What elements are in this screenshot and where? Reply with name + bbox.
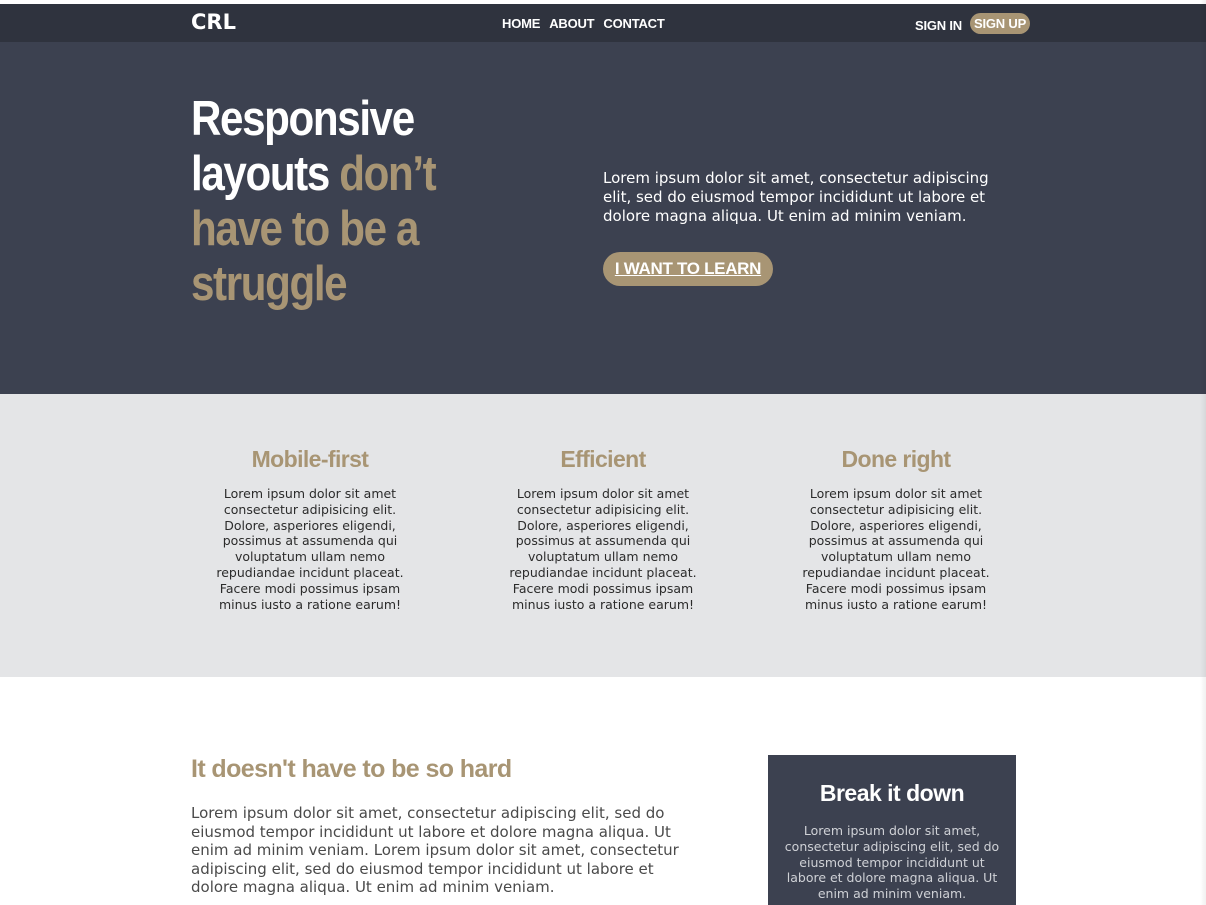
hero-title-line-1: Responsive [191, 92, 415, 146]
content-section: It doesn't have to be so hard Lorem ipsu… [0, 677, 1206, 905]
aside-title: Break it down [819, 780, 965, 806]
content-heading: It doesn't have to be so hard [191, 755, 512, 783]
content-body: Lorem ipsum dolor sit amet, consectetur … [191, 804, 679, 896]
nav-link-home[interactable]: HOME [502, 16, 540, 31]
logo[interactable]: CRL [191, 10, 236, 34]
auth-links: SIGN IN SIGN UP [915, 13, 1031, 34]
sign-up-button[interactable]: SIGN UP [970, 13, 1031, 34]
hero-section: Responsive layouts don’t have to be a st… [0, 42, 1206, 394]
feature-card: Efficient Lorem ipsum dolor sit amet con… [498, 446, 708, 612]
aside-text: Lorem ipsum dolor sit amet, consectetur … [784, 823, 1000, 902]
hero-description: Lorem ipsum dolor sit amet, consectetur … [603, 169, 989, 225]
hero-title-line-2: layouts [191, 147, 340, 201]
feature-text: Lorem ipsum dolor sit amet consectetur a… [509, 486, 697, 612]
feature-text: Lorem ipsum dolor sit amet consectetur a… [216, 486, 404, 612]
feature-card: Mobile-first Lorem ipsum dolor sit amet … [205, 446, 415, 612]
main-nav: HOME ABOUT CONTACT [502, 16, 665, 31]
navbar: CRL HOME ABOUT CONTACT SIGN IN SIGN UP [0, 4, 1206, 42]
learn-cta-button[interactable]: I WANT TO LEARN [603, 252, 773, 286]
nav-link-about[interactable]: ABOUT [549, 16, 594, 31]
feature-text: Lorem ipsum dolor sit amet consectetur a… [802, 486, 990, 612]
break-it-down-card: Break it down Lorem ipsum dolor sit amet… [768, 755, 1016, 905]
hero-title-accent-1: don’t [339, 147, 436, 201]
hero-title: Responsive layouts don’t have to be a st… [191, 92, 449, 312]
features-section: Mobile-first Lorem ipsum dolor sit amet … [0, 394, 1206, 677]
hero-title-line-4: struggle [191, 257, 348, 311]
hero-title-line-3: have to be a [191, 202, 419, 256]
nav-link-contact[interactable]: CONTACT [603, 16, 664, 31]
sign-in-link[interactable]: SIGN IN [915, 15, 962, 33]
feature-title: Mobile-first [251, 446, 369, 472]
feature-card: Done right Lorem ipsum dolor sit amet co… [791, 446, 1001, 612]
feature-title: Efficient [560, 446, 646, 472]
feature-title: Done right [841, 446, 952, 472]
page-edge-shadow [1200, 0, 1206, 905]
